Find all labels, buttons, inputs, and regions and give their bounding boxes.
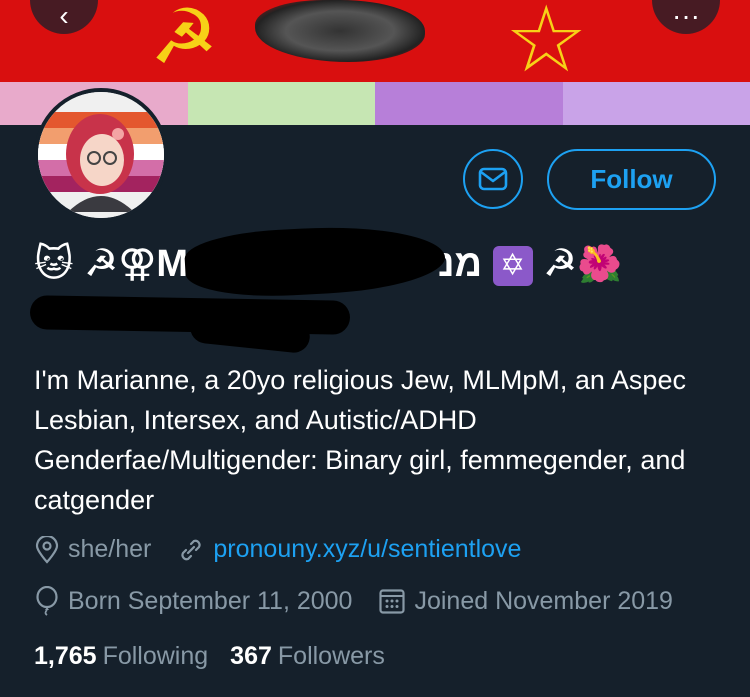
hammer-sickle-icon: ☭ (150, 0, 219, 80)
hammer-sickle-icon: ☭ (543, 243, 578, 285)
star-of-david-icon: ✡ (492, 245, 533, 286)
joined-text: Joined November 2019 (414, 586, 673, 615)
banner-redacted-area (255, 0, 425, 62)
link-icon (181, 539, 201, 560)
more-icon: ··· (672, 0, 700, 31)
following-stat[interactable]: 1,765 Following (34, 642, 208, 671)
profile-meta-row: she/her pronouny.xyz/u/sentientlove (34, 535, 547, 564)
website-item[interactable]: pronouny.xyz/u/sentientlove (177, 535, 521, 564)
mail-icon (478, 167, 508, 191)
profile-stats: 1,765 Following 367 Followers (34, 642, 407, 671)
location-item: she/her (34, 535, 151, 564)
joined-item: Joined November 2019 (378, 587, 673, 616)
profile-bio: I'm Marianne, a 20yo religious Jew, MLMp… (34, 365, 686, 515)
name-prefix: 🐱 ☭⚢M (34, 243, 189, 285)
follow-button[interactable]: Follow (547, 149, 716, 210)
calendar-icon (379, 589, 406, 614)
avatar-illustration (38, 92, 164, 218)
name-suffix: מנ (438, 243, 483, 285)
back-arrow-icon: ‹ (59, 0, 69, 31)
more-options-button[interactable]: ··· (652, 0, 720, 34)
birthday-text: Born September 11, 2000 (68, 586, 353, 615)
hibiscus-icon: 🌺 (577, 243, 623, 284)
following-count: 1,765 (34, 642, 97, 670)
birthday-item: Born September 11, 2000 (34, 586, 352, 616)
back-button[interactable]: ‹ (30, 0, 98, 34)
followers-label: Followers (277, 642, 385, 670)
profile-meta-row: Born September 11, 2000 Joined November … (34, 586, 699, 616)
balloon-icon (36, 586, 58, 616)
avatar[interactable] (34, 88, 168, 222)
followers-stat[interactable]: 367 Followers (230, 642, 385, 671)
location-pin-icon (35, 535, 59, 564)
following-label: Following (102, 642, 209, 670)
pronouns-text: she/her (68, 535, 152, 563)
message-button[interactable] (463, 149, 523, 209)
redaction-scribble (183, 221, 447, 301)
star-icon: ☆ (505, 0, 588, 91)
website-link[interactable]: pronouny.xyz/u/sentientlove (213, 535, 521, 564)
followers-count: 367 (230, 642, 272, 670)
